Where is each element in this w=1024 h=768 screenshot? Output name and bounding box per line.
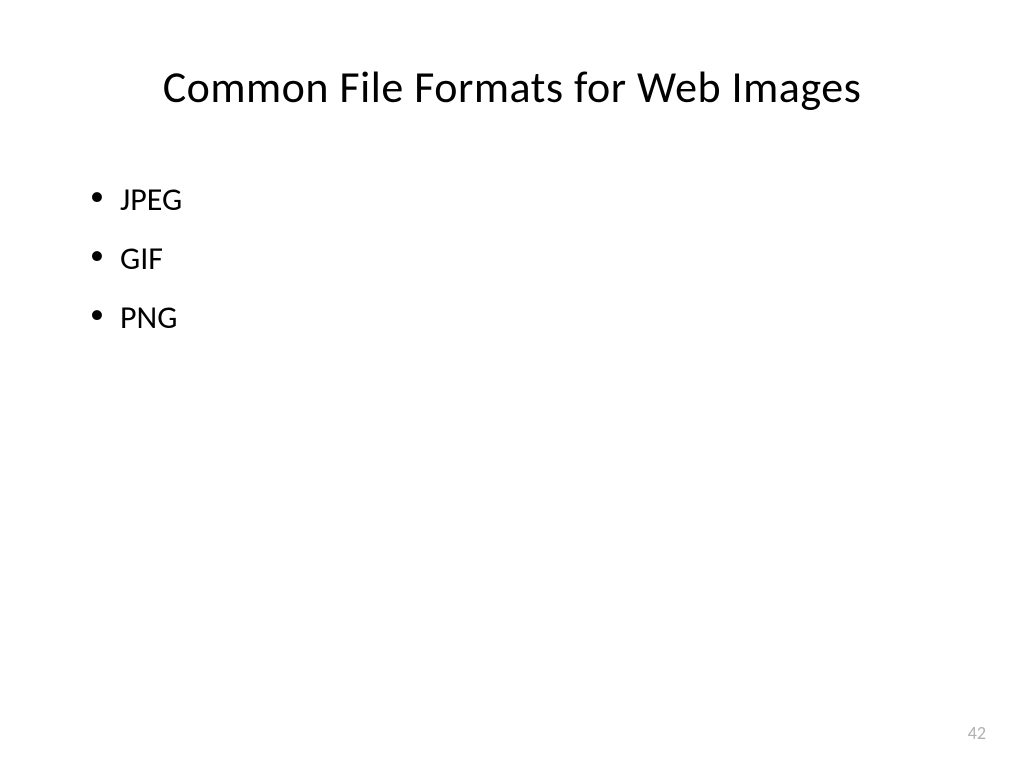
page-number: 42 (968, 722, 986, 744)
list-item: JPEG (90, 174, 954, 225)
list-item: PNG (90, 292, 954, 343)
slide-title: Common File Formats for Web Images (70, 60, 954, 114)
slide-container: Common File Formats for Web Images JPEG … (0, 0, 1024, 768)
bullet-list: JPEG GIF PNG (70, 174, 954, 344)
list-item: GIF (90, 233, 954, 284)
